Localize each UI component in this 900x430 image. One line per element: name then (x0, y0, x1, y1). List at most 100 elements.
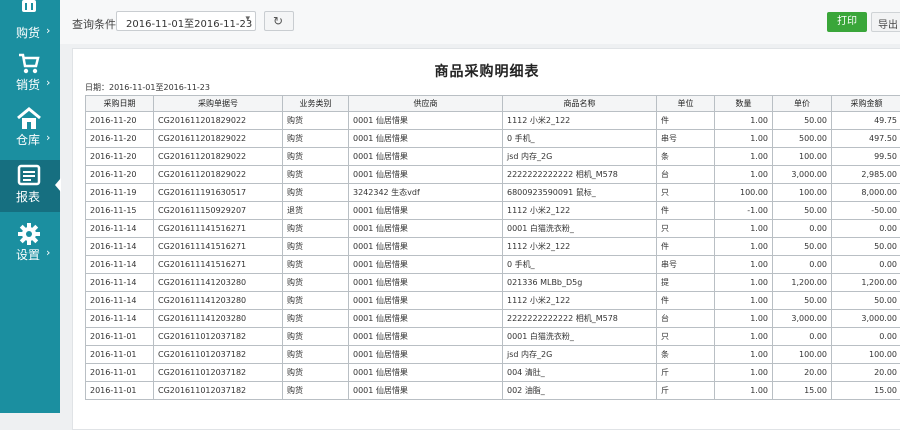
sidebar-item-label: 设置 (16, 246, 40, 263)
table-cell: 斤 (657, 382, 715, 400)
table-row[interactable]: 2016-11-14CG201611141516271购货0001 仙居惜果11… (86, 238, 900, 256)
table-row[interactable]: 2016-11-20CG201611201829022购货0001 仙居惜果22… (86, 166, 900, 184)
table-cell: 2016-11-14 (86, 310, 154, 328)
table-cell: CG201611201829022 (154, 130, 283, 148)
table-cell: 1.00 (715, 310, 773, 328)
column-header[interactable]: 商品名称 (503, 96, 657, 112)
table-cell: 购货 (283, 166, 349, 184)
table-row[interactable]: 2016-11-14CG201611141203280购货0001 仙居惜果22… (86, 310, 900, 328)
sidebar-item-purchase[interactable]: 购货 › (0, 0, 60, 48)
table-cell: 购货 (283, 256, 349, 274)
table-row[interactable]: 2016-11-14CG201611141516271购货0001 仙居惜果00… (86, 220, 900, 238)
table-cell: 件 (657, 292, 715, 310)
table-cell: 购货 (283, 184, 349, 202)
table-row[interactable]: 2016-11-15CG201611150929207退货0001 仙居惜果11… (86, 202, 900, 220)
column-header[interactable]: 单价 (773, 96, 832, 112)
table-cell: CG201611150929207 (154, 202, 283, 220)
table-cell: 002 油脂_ (503, 382, 657, 400)
column-header[interactable]: 采购金额 (832, 96, 900, 112)
table-cell: 1.00 (715, 382, 773, 400)
sidebar-item-label: 销货 (16, 76, 40, 93)
table-cell: 提 (657, 274, 715, 292)
sidebar-item-label: 仓库 (16, 131, 40, 148)
table-header-row: 采购日期 采购单据号 业务类别 供应商 商品名称 单位 数量 单价 采购金额 (86, 96, 900, 112)
cart-icon (16, 52, 42, 76)
table-cell: 0001 白猫洗衣粉_ (503, 328, 657, 346)
sidebar-item-sales[interactable]: 销货 › (0, 48, 60, 100)
table-cell: 1.00 (715, 364, 773, 382)
export-button[interactable]: 导出 (871, 12, 900, 32)
column-header[interactable]: 业务类别 (283, 96, 349, 112)
table-row[interactable]: 2016-11-01CG201611012037182购货0001 仙居惜果js… (86, 346, 900, 364)
column-header[interactable]: 数量 (715, 96, 773, 112)
table-cell: 购货 (283, 148, 349, 166)
toolbar: 查询条件 2016-11-01至2016-11-23 ▾ ↻ 打印 导出 (60, 0, 900, 44)
table-cell: 退货 (283, 202, 349, 220)
chevron-right-icon: › (46, 24, 50, 37)
table-cell: CG201611141516271 (154, 220, 283, 238)
sidebar-item-reports[interactable]: 报表 (0, 160, 60, 212)
table-row[interactable]: 2016-11-20CG201611201829022购货0001 仙居惜果11… (86, 112, 900, 130)
sidebar-item-settings[interactable]: 设置 › (0, 218, 60, 270)
table-cell: 购货 (283, 310, 349, 328)
table-cell: 2222222222222 相机_M578 (503, 310, 657, 328)
table-cell: 2016-11-14 (86, 220, 154, 238)
table-cell: 0001 仙居惜果 (349, 274, 503, 292)
table-cell: 1112 小米2_122 (503, 292, 657, 310)
table-cell: 2016-11-14 (86, 274, 154, 292)
table-cell: 1.00 (715, 130, 773, 148)
table-row[interactable]: 2016-11-01CG201611012037182购货0001 仙居惜果00… (86, 328, 900, 346)
date-range-select[interactable]: 2016-11-01至2016-11-23 ▾ (116, 11, 256, 31)
table-row[interactable]: 2016-11-14CG201611141516271购货0001 仙居惜果0 … (86, 256, 900, 274)
table-cell: 台 (657, 310, 715, 328)
table-cell: 购货 (283, 220, 349, 238)
table-row[interactable]: 2016-11-14CG201611141203280购货0001 仙居惜果11… (86, 292, 900, 310)
table-cell: 0001 仙居惜果 (349, 112, 503, 130)
table-cell: 3,000.00 (832, 310, 900, 328)
table-cell: 100.00 (773, 184, 832, 202)
table-cell: 1.00 (715, 292, 773, 310)
table-cell: 6800923590091 鼠标_ (503, 184, 657, 202)
table-cell: 0001 仙居惜果 (349, 148, 503, 166)
table-cell: 0001 仙居惜果 (349, 292, 503, 310)
print-button[interactable]: 打印 (827, 12, 867, 32)
column-header[interactable]: 单位 (657, 96, 715, 112)
table-cell: 0001 仙居惜果 (349, 130, 503, 148)
table-cell: 0001 仙居惜果 (349, 382, 503, 400)
table-cell: 购货 (283, 346, 349, 364)
table-cell: 500.00 (773, 130, 832, 148)
sidebar-item-warehouse[interactable]: 仓库 › (0, 103, 60, 155)
table-cell: 1.00 (715, 346, 773, 364)
table-cell: 1112 小米2_122 (503, 238, 657, 256)
table-cell: CG201611141203280 (154, 274, 283, 292)
table-row[interactable]: 2016-11-14CG201611141203280购货0001 仙居惜果02… (86, 274, 900, 292)
table-cell: 1112 小米2_122 (503, 112, 657, 130)
table-cell: 15.00 (832, 382, 900, 400)
table-cell: 2016-11-19 (86, 184, 154, 202)
table-cell: 购货 (283, 382, 349, 400)
table-cell: 0.00 (832, 220, 900, 238)
table-cell: 50.00 (773, 112, 832, 130)
table-cell: -1.00 (715, 202, 773, 220)
table-cell: 2016-11-20 (86, 166, 154, 184)
table-cell: 50.00 (773, 202, 832, 220)
sidebar: 购货 › 销货 › 仓库 › 报表 (0, 0, 60, 413)
table-row[interactable]: 2016-11-19CG201611191630517购货3242342 生态v… (86, 184, 900, 202)
column-header[interactable]: 供应商 (349, 96, 503, 112)
table-row[interactable]: 2016-11-20CG201611201829022购货0001 仙居惜果js… (86, 148, 900, 166)
table-cell: 021336 MLBb_D5g (503, 274, 657, 292)
refresh-button[interactable]: ↻ (264, 11, 294, 31)
table-cell: 50.00 (832, 238, 900, 256)
table-cell: CG201611012037182 (154, 346, 283, 364)
column-header[interactable]: 采购日期 (86, 96, 154, 112)
table-row[interactable]: 2016-11-01CG201611012037182购货0001 仙居惜果00… (86, 382, 900, 400)
table-row[interactable]: 2016-11-20CG201611201829022购货0001 仙居惜果0 … (86, 130, 900, 148)
column-header[interactable]: 采购单据号 (154, 96, 283, 112)
warehouse-icon (16, 107, 42, 131)
report-title: 商品采购明细表 (73, 61, 900, 81)
table-cell: CG201611191630517 (154, 184, 283, 202)
table-row[interactable]: 2016-11-01CG201611012037182购货0001 仙居惜果00… (86, 364, 900, 382)
table-cell: CG201611012037182 (154, 382, 283, 400)
table-cell: 1.00 (715, 112, 773, 130)
table-cell: 件 (657, 112, 715, 130)
